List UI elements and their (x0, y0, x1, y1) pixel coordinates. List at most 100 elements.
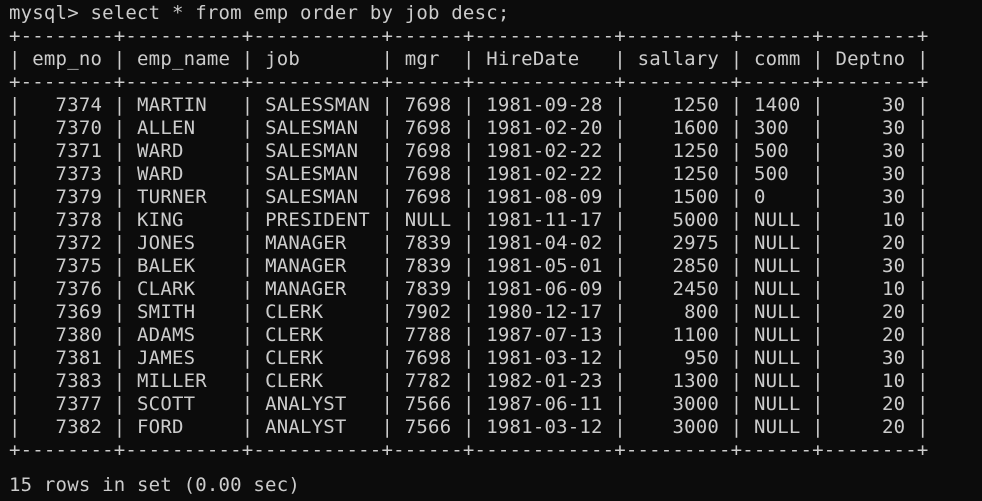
cell-deptno: 20 (835, 301, 906, 323)
cell-mgr: 7698 (404, 117, 452, 139)
cell-emp-no: 7376 (32, 278, 103, 300)
cell-sallary: 2450 (637, 278, 720, 300)
cell-deptno: 10 (835, 370, 906, 392)
header-comm: comm (753, 48, 801, 70)
cell-hiredate: 1981-02-22 (486, 163, 603, 185)
cell-emp-name: FORD (137, 416, 231, 438)
cell-hiredate: 1981-05-01 (486, 255, 603, 277)
cell-comm: 500 (753, 163, 801, 185)
cell-emp-name: KING (137, 209, 231, 231)
cell-hiredate: 1981-02-20 (486, 117, 603, 139)
cell-sallary: 1600 (637, 117, 720, 139)
cell-emp-no: 7381 (32, 347, 103, 369)
table-row: | 7375 | BALEK | MANAGER | 7839 | 1981-0… (9, 255, 929, 277)
cell-emp-name: WARD (137, 140, 231, 162)
cell-job: MANAGER (265, 255, 370, 277)
header-sallary: sallary (637, 48, 720, 70)
table-row: | 7369 | SMITH | CLERK | 7902 | 1980-12-… (9, 301, 929, 323)
output-spacer (9, 462, 982, 474)
cell-comm: NULL (753, 255, 801, 277)
cell-hiredate: 1980-12-17 (486, 301, 603, 323)
cell-job: CLERK (265, 301, 370, 323)
header-mgr: mgr (404, 48, 452, 70)
header-job: job (265, 48, 370, 70)
command-line: mysql> select * from emp order by job de… (9, 2, 982, 25)
cell-job: CLERK (265, 370, 370, 392)
cell-mgr: 7698 (404, 347, 452, 369)
cell-mgr: 7566 (404, 393, 452, 415)
table-header-row: | emp_no | emp_name | job | mgr | HireDa… (9, 48, 929, 70)
table-row: | 7377 | SCOTT | ANALYST | 7566 | 1987-0… (9, 393, 929, 415)
cell-hiredate: 1981-02-22 (486, 140, 603, 162)
cell-emp-no: 7372 (32, 232, 103, 254)
terminal-window[interactable]: mysql> select * from emp order by job de… (0, 0, 982, 501)
cell-sallary: 1500 (637, 186, 720, 208)
cell-mgr: 7839 (404, 255, 452, 277)
cell-mgr: 7566 (404, 416, 452, 438)
cell-sallary: 1250 (637, 163, 720, 185)
cell-emp-name: CLARK (137, 278, 231, 300)
cell-deptno: 30 (835, 186, 906, 208)
table-row: | 7372 | JONES | MANAGER | 7839 | 1981-0… (9, 232, 929, 254)
cell-deptno: 20 (835, 393, 906, 415)
table-row: | 7383 | MILLER | CLERK | 7782 | 1982-01… (9, 370, 929, 392)
cell-deptno: 30 (835, 255, 906, 277)
table-row: | 7371 | WARD | SALESMAN | 7698 | 1981-0… (9, 140, 929, 162)
cell-hiredate: 1981-03-12 (486, 347, 603, 369)
table-row: | 7376 | CLARK | MANAGER | 7839 | 1981-0… (9, 278, 929, 300)
cell-job: SALESMAN (265, 186, 370, 208)
cell-deptno: 20 (835, 416, 906, 438)
cell-sallary: 2975 (637, 232, 720, 254)
cell-deptno: 20 (835, 232, 906, 254)
cell-job: MANAGER (265, 278, 370, 300)
cell-deptno: 10 (835, 278, 906, 300)
cell-sallary: 1300 (637, 370, 720, 392)
cell-mgr: 7698 (404, 186, 452, 208)
cell-comm: NULL (753, 278, 801, 300)
cell-comm: NULL (753, 347, 801, 369)
cell-deptno: 30 (835, 94, 906, 116)
cell-sallary: 800 (637, 301, 720, 323)
cell-hiredate: 1981-06-09 (486, 278, 603, 300)
cell-deptno: 20 (835, 324, 906, 346)
cell-emp-name: MILLER (137, 370, 231, 392)
cell-deptno: 30 (835, 163, 906, 185)
cell-hiredate: 1981-04-02 (486, 232, 603, 254)
cell-emp-name: SMITH (137, 301, 231, 323)
cell-emp-name: MARTIN (137, 94, 231, 116)
cell-hiredate: 1981-09-28 (486, 94, 603, 116)
table-row: | 7381 | JAMES | CLERK | 7698 | 1981-03-… (9, 347, 929, 369)
cell-deptno: 30 (835, 347, 906, 369)
cell-deptno: 30 (835, 140, 906, 162)
result-table: +--------+----------+-----------+------+… (9, 25, 982, 462)
cell-comm: NULL (753, 393, 801, 415)
cell-emp-no: 7373 (32, 163, 103, 185)
cell-hiredate: 1987-07-13 (486, 324, 603, 346)
cell-deptno: 30 (835, 117, 906, 139)
cell-job: ANALYST (265, 393, 370, 415)
cell-mgr: 7782 (404, 370, 452, 392)
header-emp-no: emp_no (32, 48, 103, 70)
table-row: | 7380 | ADAMS | CLERK | 7788 | 1987-07-… (9, 324, 929, 346)
table-row: | 7382 | FORD | ANALYST | 7566 | 1981-03… (9, 416, 929, 438)
cell-comm: NULL (753, 301, 801, 323)
cell-job: ANALYST (265, 416, 370, 438)
table-border-top: +--------+----------+-----------+------+… (9, 25, 929, 47)
result-summary: 15 rows in set (0.00 sec) (9, 474, 300, 496)
cell-comm: NULL (753, 232, 801, 254)
cell-emp-no: 7371 (32, 140, 103, 162)
cell-hiredate: 1981-08-09 (486, 186, 603, 208)
mysql-prompt: mysql> (9, 2, 91, 24)
table-row: | 7379 | TURNER | SALESMAN | 7698 | 1981… (9, 186, 929, 208)
header-deptno: Deptno (835, 48, 906, 70)
cell-hiredate: 1981-03-12 (486, 416, 603, 438)
cell-emp-name: ALLEN (137, 117, 231, 139)
cell-sallary: 1250 (637, 94, 720, 116)
cell-mgr: 7698 (404, 163, 452, 185)
cell-comm: 300 (753, 117, 801, 139)
header-emp-name: emp_name (137, 48, 231, 70)
table-border-bottom: +--------+----------+-----------+------+… (9, 439, 929, 461)
cell-job: SALESMAN (265, 117, 370, 139)
table-row: | 7373 | WARD | SALESMAN | 7698 | 1981-0… (9, 163, 929, 185)
cell-sallary: 1100 (637, 324, 720, 346)
